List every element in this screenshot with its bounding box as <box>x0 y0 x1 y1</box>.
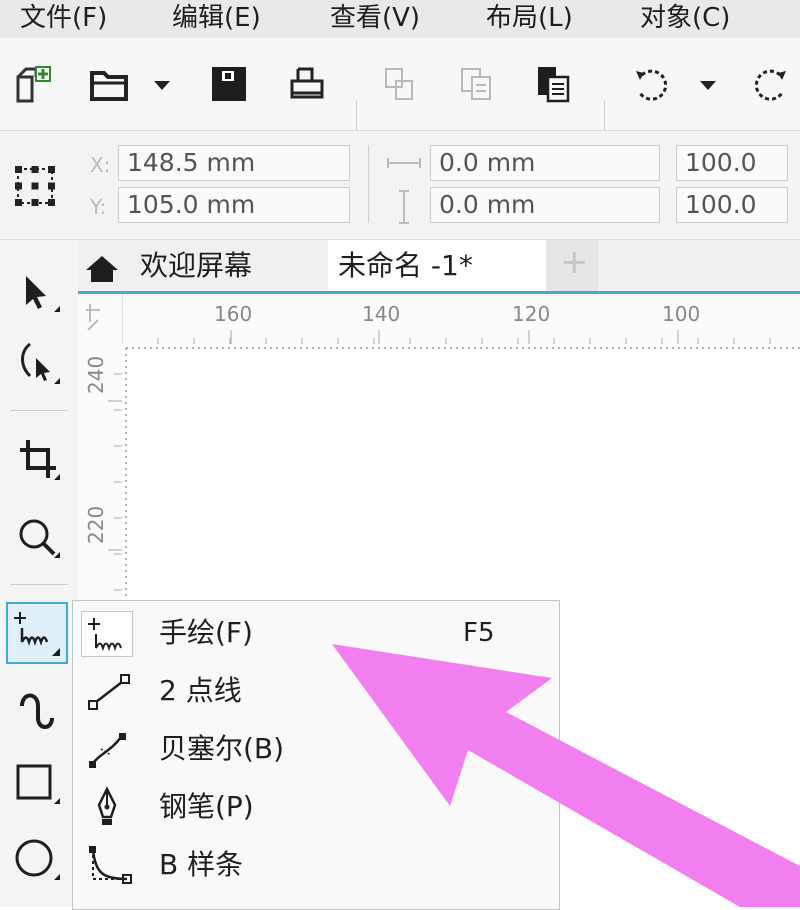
dropdown-arrow-icon[interactable] <box>696 63 720 107</box>
pick-tool-icon[interactable] <box>8 262 68 322</box>
freehand-tool-icon[interactable] <box>6 602 68 664</box>
plus-icon: + <box>560 242 589 282</box>
object-origin-icon[interactable] <box>12 163 58 209</box>
save-icon[interactable] <box>208 63 252 107</box>
flyout-label-two-point-line: 2 点线 <box>159 674 242 707</box>
artistic-media-tool-icon[interactable] <box>8 680 68 740</box>
standard-toolbar <box>0 38 800 158</box>
x-label: X: <box>90 153 111 177</box>
rectangle-tool-icon[interactable] <box>8 754 68 814</box>
b-spline-icon <box>81 843 133 889</box>
shape-tool-icon[interactable] <box>8 334 68 394</box>
menu-bar: 文件(F) 编辑(E) 查看(V) 布局(L) 对象(C) <box>0 0 800 38</box>
copy-icon[interactable] <box>380 63 424 107</box>
scale-y-field[interactable]: 100.0 <box>676 187 788 223</box>
dropdown-arrow-icon[interactable] <box>150 63 174 107</box>
paste-icon[interactable] <box>532 63 576 107</box>
document-tab-bar: 欢迎屏幕 未命名 -1* + <box>78 240 800 292</box>
ruler-label-140: 140 <box>362 302 401 326</box>
undo-icon[interactable] <box>630 63 674 107</box>
ellipse-tool-icon[interactable] <box>8 830 68 890</box>
open-folder-icon[interactable] <box>88 63 132 107</box>
menu-file[interactable]: 文件(F) <box>20 2 107 34</box>
ruler-label-240: 240 <box>84 355 108 394</box>
new-document-icon[interactable] <box>12 63 56 107</box>
add-tab-button[interactable]: + <box>546 240 598 292</box>
height-icon <box>396 189 412 225</box>
annotation-arrow <box>320 630 800 907</box>
flyout-label-freehand: 手绘(F) <box>159 616 253 649</box>
menu-edit[interactable]: 编辑(E) <box>172 2 261 34</box>
ruler-origin-icon[interactable] <box>82 300 118 336</box>
flyout-label-bezier: 贝塞尔(B) <box>159 732 285 765</box>
pen-icon <box>81 785 133 831</box>
x-position-field[interactable]: 148.5 mm <box>118 145 350 181</box>
ruler-label-100: 100 <box>662 302 701 326</box>
redo-icon[interactable] <box>748 63 792 107</box>
ruler-label-160: 160 <box>214 302 253 326</box>
tab-untitled-document[interactable]: 未命名 -1* <box>328 240 546 292</box>
flyout-label-b-spline: B 样条 <box>159 848 244 881</box>
width-icon <box>386 155 422 171</box>
freehand-icon <box>81 611 133 657</box>
duplicate-icon[interactable] <box>456 63 500 107</box>
flyout-label-pen: 钢笔(P) <box>159 790 254 823</box>
menu-view[interactable]: 查看(V) <box>330 2 420 34</box>
print-icon[interactable] <box>286 63 330 107</box>
menu-layout[interactable]: 布局(L) <box>486 2 573 34</box>
height-field[interactable]: 0.0 mm <box>430 187 660 223</box>
y-label: Y: <box>90 195 107 219</box>
tab-welcome-screen[interactable]: 欢迎屏幕 <box>140 246 252 286</box>
toolbox <box>0 240 79 907</box>
ruler-label-120: 120 <box>512 302 551 326</box>
width-field[interactable]: 0.0 mm <box>430 145 660 181</box>
home-icon <box>84 254 120 284</box>
scale-x-field[interactable]: 100.0 <box>676 145 788 181</box>
bezier-icon <box>81 727 133 773</box>
y-position-field[interactable]: 105.0 mm <box>118 187 350 223</box>
ruler-label-220: 220 <box>84 505 108 544</box>
two-point-line-icon <box>81 669 133 715</box>
tab-untitled-label: 未命名 -1* <box>338 249 473 282</box>
property-bar: X: 148.5 mm Y: 105.0 mm 0.0 mm 0.0 mm 10… <box>0 131 800 240</box>
menu-object[interactable]: 对象(C) <box>640 2 730 34</box>
crop-tool-icon[interactable] <box>8 430 68 490</box>
horizontal-ruler[interactable]: 160 140 120 100 <box>78 294 800 345</box>
zoom-tool-icon[interactable] <box>8 508 68 568</box>
